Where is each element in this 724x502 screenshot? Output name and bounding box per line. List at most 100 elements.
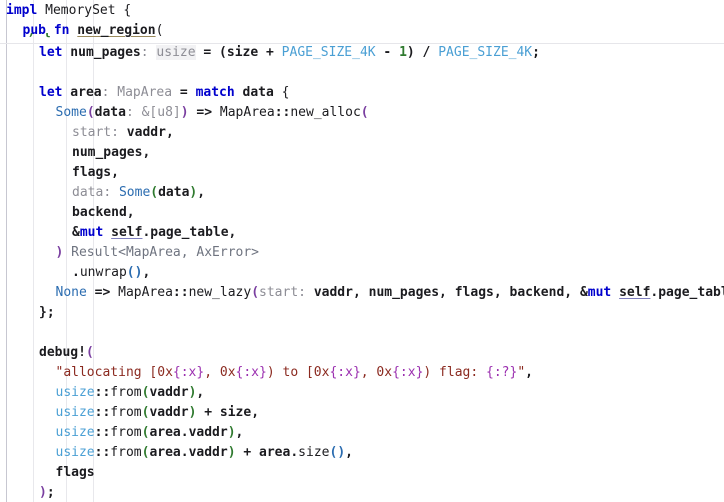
code-line[interactable] [0, 63, 724, 83]
code-token: usize [55, 405, 95, 420]
code-token: - [375, 45, 400, 60]
code-line[interactable]: usize::from(vaddr), [0, 383, 724, 403]
code-line[interactable]: pub fn new_region( [0, 21, 724, 41]
code-token: {:x} [329, 365, 361, 380]
code-token: , [228, 225, 237, 240]
code-token: debug! [39, 345, 86, 360]
code-token: ) [180, 105, 189, 120]
code-token: {:x} [235, 365, 267, 380]
code-token: from [110, 425, 142, 440]
code-token: , [525, 365, 533, 380]
code-token: : [111, 125, 127, 140]
code-line[interactable]: flags, [0, 163, 724, 183]
code-token: ( [360, 105, 369, 120]
code-token: , [111, 165, 119, 180]
code-token: ( [155, 23, 164, 38]
code-line[interactable]: usize::from(vaddr) + size, [0, 403, 724, 423]
code-line[interactable]: num_pages, [0, 143, 724, 163]
code-token: " [517, 365, 526, 380]
code-token: ) [227, 445, 236, 460]
code-token: MapArea [118, 285, 173, 300]
code-line[interactable]: debug!( [0, 343, 724, 363]
code-token: ( [251, 285, 260, 300]
code-token: , [345, 445, 353, 460]
code-token: mut [587, 285, 612, 300]
code-line[interactable] [0, 323, 724, 343]
code-token: MapArea [219, 105, 275, 120]
code-token: , num_pages, flags, backend, & [352, 285, 588, 300]
code-token: = ( [195, 45, 227, 60]
code-token: : [125, 105, 142, 120]
code-token: start [259, 285, 299, 300]
code-line[interactable]: flags [0, 463, 724, 483]
code-token: fn [53, 23, 70, 38]
code-token: MapArea [117, 85, 173, 100]
code-token: :: [94, 405, 111, 420]
code-token: ) [337, 445, 346, 460]
code-line[interactable]: ) Result<MapArea, AxError> [0, 243, 724, 263]
code-token: , [197, 185, 206, 200]
code-token: PAGE_SIZE_4K [281, 45, 376, 60]
code-token: :: [94, 425, 111, 440]
code-token: ; [532, 45, 540, 60]
code-line[interactable]: "allocating [0x{:x}, 0x{:x}) to [0x{:x},… [0, 363, 724, 383]
code-line[interactable]: usize::from(area.vaddr), [0, 423, 724, 443]
code-token: ) flag: [423, 365, 487, 380]
code-line[interactable]: .unwrap(), [0, 263, 724, 283]
code-token: Result<MapArea, AxError> [63, 245, 259, 260]
code-line[interactable]: let num_pages: usize = (size + PAGE_SIZE… [0, 43, 724, 63]
code-token: => [86, 285, 119, 300]
code-token: : [298, 285, 314, 300]
code-token: : [140, 45, 157, 60]
code-token: }; [39, 305, 55, 320]
code-line[interactable]: usize::from(area.vaddr) + area.size(), [0, 443, 724, 463]
code-token: self [111, 225, 143, 240]
code-line[interactable]: None => MapArea::new_lazy(start: vaddr, … [0, 283, 724, 303]
code-token: {:x} [172, 365, 205, 380]
code-token: + [196, 405, 220, 420]
code-token: , [126, 205, 135, 220]
code-token: vaddr [313, 285, 353, 300]
code-line[interactable]: }; [0, 303, 724, 323]
code-line[interactable]: let area: MapArea = match data { [0, 83, 724, 103]
code-token: + [258, 45, 282, 60]
code-surface[interactable]: ) { impl MemorySet {pub fn new_region(le… [0, 0, 724, 502]
code-token: ( [85, 345, 94, 360]
code-line[interactable]: data: Some(data), [0, 183, 724, 203]
code-token: start [72, 125, 112, 140]
code-token: , [142, 265, 151, 280]
code-token: Some [118, 185, 151, 200]
code-line[interactable]: backend, [0, 203, 724, 223]
code-token: ( [126, 265, 135, 280]
code-token: usize [55, 385, 95, 400]
code-token: ) to [0x [266, 365, 330, 380]
code-editor-pane[interactable]: ) { impl MemorySet {pub fn new_region(le… [0, 0, 724, 502]
code-token: :: [94, 445, 111, 460]
code-token: , [196, 385, 205, 400]
code-token: mut [79, 225, 104, 240]
code-token: self [619, 285, 651, 300]
code-token: , [142, 145, 151, 160]
code-token: flags [55, 465, 95, 480]
code-line[interactable]: &mut self.page_table, [0, 223, 724, 243]
code-token: pub [22, 23, 46, 38]
code-token: ( [150, 185, 159, 200]
code-token: => [188, 105, 220, 120]
code-token: area.vaddr [149, 425, 228, 440]
code-token: backend [72, 205, 127, 220]
code-token: ; [46, 485, 55, 500]
code-token: size [219, 405, 252, 420]
code-token: { [273, 85, 290, 100]
code-token: ( [86, 105, 95, 120]
code-token: { [115, 3, 132, 18]
code-token: MemorySet [45, 3, 116, 18]
code-token: None [55, 285, 87, 300]
code-line[interactable]: Some(data: &[u8]) => MapArea::new_alloc( [0, 103, 724, 123]
code-line[interactable]: start: vaddr, [0, 123, 724, 143]
code-token: , [165, 125, 174, 140]
code-line[interactable]: ); [0, 483, 724, 502]
code-token: .page_tabl [650, 285, 724, 300]
code-line[interactable]: impl MemorySet { [0, 1, 724, 21]
